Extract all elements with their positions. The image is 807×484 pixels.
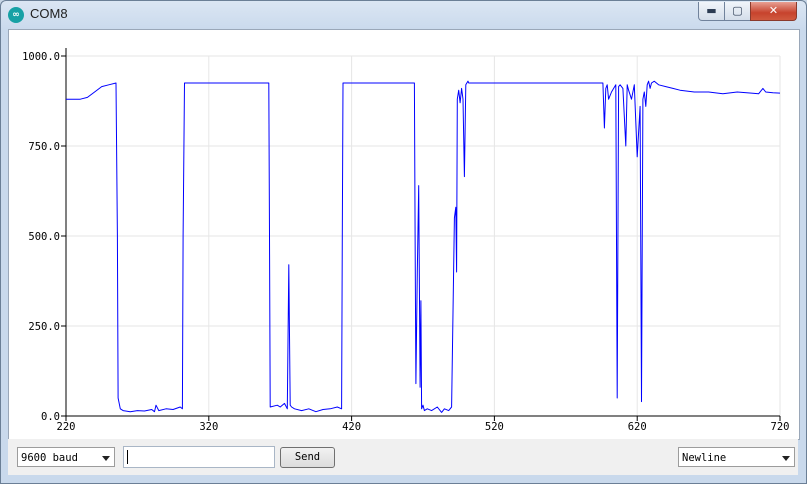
x-tick-label: 720	[771, 421, 790, 433]
send-text-input[interactable]	[123, 446, 275, 468]
line-ending-value: Newline	[682, 452, 727, 464]
y-tick-label: 0.0	[41, 411, 60, 423]
send-button[interactable]: Send	[280, 447, 335, 468]
y-tick-label: 250.0	[28, 321, 60, 333]
bottom-toolbar: 9600 baud Send Newline	[8, 439, 798, 475]
x-tick-label: 520	[485, 421, 504, 433]
title-bar[interactable]: ∞ COM8 ▬ ▢ ✕	[1, 1, 806, 29]
window-title: COM8	[30, 6, 68, 21]
line-ending-select[interactable]: Newline	[678, 447, 795, 467]
baud-rate-select[interactable]: 9600 baud	[17, 447, 115, 467]
close-button[interactable]: ✕	[750, 2, 797, 21]
baud-rate-value: 9600 baud	[21, 452, 78, 464]
x-tick-label: 320	[199, 421, 218, 433]
x-tick-label: 420	[342, 421, 361, 433]
arduino-infinity-icon: ∞	[8, 7, 24, 23]
chevron-down-icon	[102, 456, 110, 461]
chevron-down-icon	[782, 456, 790, 461]
y-tick-label: 500.0	[28, 231, 60, 243]
serial-plot-chart: 220 320 420 520 620 7200.0250.0500.0750.01000…	[22, 48, 790, 433]
text-caret	[127, 450, 128, 464]
plot-area: 220 320 420 520 620 720 0.0 250.0 500.0 750.0 1000…	[8, 29, 800, 440]
y-tick-label: 750.0	[28, 141, 60, 153]
maximize-button[interactable]: ▢	[724, 2, 751, 21]
serial-plotter-window: ∞ COM8 ▬ ▢ ✕ 220 320 420 520 620 720 0.0 250.0 5…	[0, 0, 807, 484]
x-tick-label: 620	[628, 421, 647, 433]
series-line	[66, 80, 781, 413]
y-tick-label: 1000.0	[22, 51, 60, 63]
minimize-button[interactable]: ▬	[698, 2, 725, 21]
